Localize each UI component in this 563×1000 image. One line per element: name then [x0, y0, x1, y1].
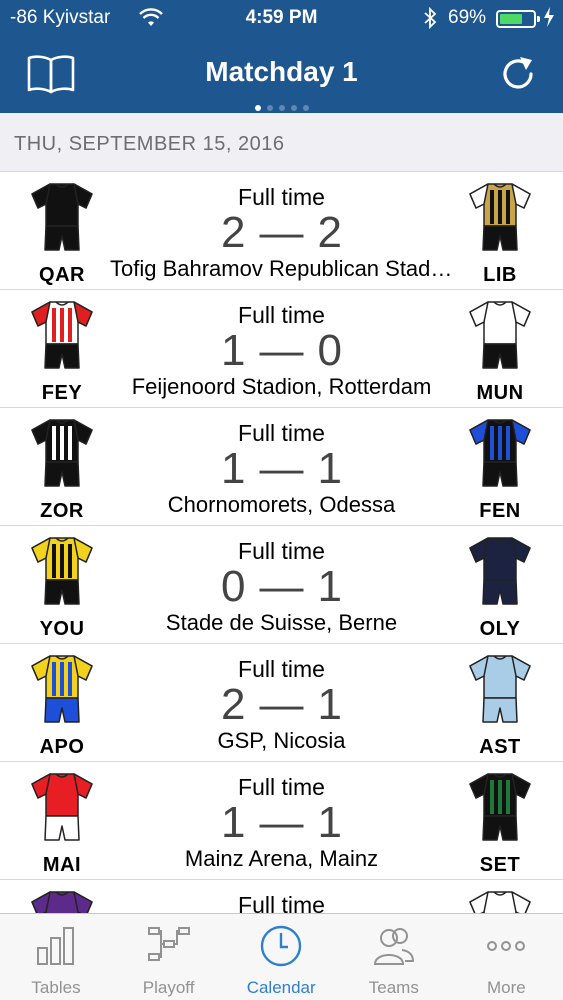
match-venue: Tofig Bahramov Republican Stadium, Baku [110, 256, 453, 281]
match-status: Full time [238, 184, 325, 210]
status-bar: -86 Kyivstar 4:59 PM 69% [0, 0, 563, 36]
home-team-code: FEY [41, 382, 83, 404]
match-score: 1 — 0 [110, 326, 453, 376]
match-score: 2 — 2 [110, 208, 453, 258]
tab-more[interactable]: More [450, 914, 562, 1000]
match-status: Full time [238, 420, 325, 446]
page-title: Matchday 1 [205, 56, 358, 87]
home-score: 1 [221, 326, 246, 375]
tab-label: Playoff [142, 978, 195, 997]
away-team-kit-icon [469, 891, 531, 913]
home-team-kit-icon [31, 537, 93, 605]
away-score: 0 [317, 326, 342, 375]
away-score: 1 [317, 562, 342, 611]
match-row[interactable]: MAI SET Full time 1 — 1 Mainz Arena, Mainz [0, 762, 563, 880]
away-team-kit-icon [469, 537, 531, 605]
score-dash: — [259, 562, 304, 611]
away-score: 1 [317, 444, 342, 493]
match-score: 0 — 1 [110, 562, 453, 612]
home-score: 1 [221, 444, 246, 493]
away-team-code: MUN [476, 382, 524, 404]
match-status: Full time [238, 656, 325, 682]
match-row[interactable]: APO AST Full time 2 — 1 GSP, Nicosia [0, 644, 563, 762]
tab-playoff[interactable]: Playoff [113, 914, 225, 1000]
tab-calendar[interactable]: Calendar [225, 914, 337, 1000]
home-score: 2 [221, 208, 246, 257]
bluetooth-icon [424, 6, 437, 30]
away-score: 2 [317, 208, 342, 257]
score-dash: — [259, 208, 304, 257]
match-venue: Feijenoord Stadion, Rotterdam [131, 374, 432, 399]
away-team-code: LIB [483, 264, 517, 286]
score-dash: — [259, 680, 304, 729]
match-row[interactable]: YOU OLY Full time 0 — 1 Stade de Suisse, B… [0, 526, 563, 644]
match-status: Full time [238, 302, 325, 328]
away-team-kit-icon [469, 419, 531, 487]
home-team-code: ZOR [40, 500, 84, 522]
home-team-kit-icon [31, 891, 93, 913]
away-score: 1 [317, 798, 342, 847]
home-score: 1 [221, 798, 246, 847]
home-score: 2 [221, 680, 246, 729]
tab-label: Calendar [246, 978, 316, 997]
page-dot[interactable] [278, 105, 285, 111]
match-venue: Mainz Arena, Mainz [184, 846, 379, 871]
match-row[interactable]: QAR LIB Full time 2 — 2 Tofig Bahramov Rep… [0, 172, 563, 290]
match-score: 1 — 1 [110, 798, 453, 848]
match-status: Full time [238, 892, 325, 913]
tab-label: More [487, 978, 526, 997]
page-dot[interactable] [302, 105, 309, 111]
match-venue: Stade de Suisse, Berne [165, 610, 398, 635]
home-score: 0 [221, 562, 246, 611]
away-team-code: FEN [479, 500, 521, 522]
match-row[interactable]: FEY MUN Full time 1 — 0 Feijenoord Stadion… [0, 290, 563, 408]
tab-teams[interactable]: Teams [338, 914, 450, 1000]
match-score: 1 — 1 [110, 444, 453, 494]
home-team-kit-icon [31, 301, 93, 369]
match-row[interactable]: Full time — [0, 880, 563, 913]
page-dot[interactable] [290, 105, 297, 111]
away-team-kit-icon [469, 301, 531, 369]
tab-tables[interactable]: Tables [0, 914, 112, 1000]
date-section-header: THU, SEPTEMBER 15, 2016 [0, 113, 563, 172]
home-team-code: YOU [39, 618, 85, 640]
battery-icon [496, 10, 540, 28]
score-dash: — [259, 798, 304, 847]
score-dash: — [259, 326, 304, 375]
match-row[interactable]: ZOR FEN Full time 1 — 1 Chornomorets, Odes… [0, 408, 563, 526]
tab-label: Tables [31, 978, 81, 997]
away-team-kit-icon [469, 773, 531, 841]
page-dot[interactable] [266, 105, 273, 111]
tab-label: Teams [368, 978, 419, 997]
home-team-code: MAI [42, 854, 82, 876]
away-team-code: AST [479, 736, 521, 758]
match-venue: Chornomorets, Odessa [167, 492, 396, 517]
page-dot[interactable] [254, 105, 261, 111]
away-team-kit-icon [469, 183, 531, 251]
away-team-kit-icon [469, 655, 531, 723]
tab-bar: Tables Playoff Calendar Teams More [0, 913, 563, 1000]
score-dash: — [259, 444, 304, 493]
away-team-code: OLY [479, 618, 521, 640]
away-team-code: SET [479, 854, 521, 876]
home-team-kit-icon [31, 655, 93, 723]
away-score: 1 [317, 680, 342, 729]
match-status: Full time [238, 538, 325, 564]
top-bar: -86 Kyivstar 4:59 PM 69% Matchday 1 [0, 0, 563, 113]
charging-bolt-icon [544, 7, 554, 27]
match-list[interactable]: QAR LIB Full time 2 — 2 Tofig Bahramov Rep… [0, 172, 563, 913]
battery-percent: 69% [448, 7, 487, 28]
home-team-kit-icon [31, 419, 93, 487]
home-team-code: QAR [39, 264, 85, 286]
refresh-icon[interactable] [498, 54, 540, 94]
match-venue: GSP, Nicosia [217, 728, 346, 753]
date-label: THU, SEPTEMBER 15, 2016 [14, 133, 285, 155]
match-score: 2 — 1 [110, 680, 453, 730]
home-team-kit-icon [31, 773, 93, 841]
home-team-code: APO [39, 736, 85, 758]
home-team-kit-icon [31, 183, 93, 251]
match-status: Full time [238, 774, 325, 800]
